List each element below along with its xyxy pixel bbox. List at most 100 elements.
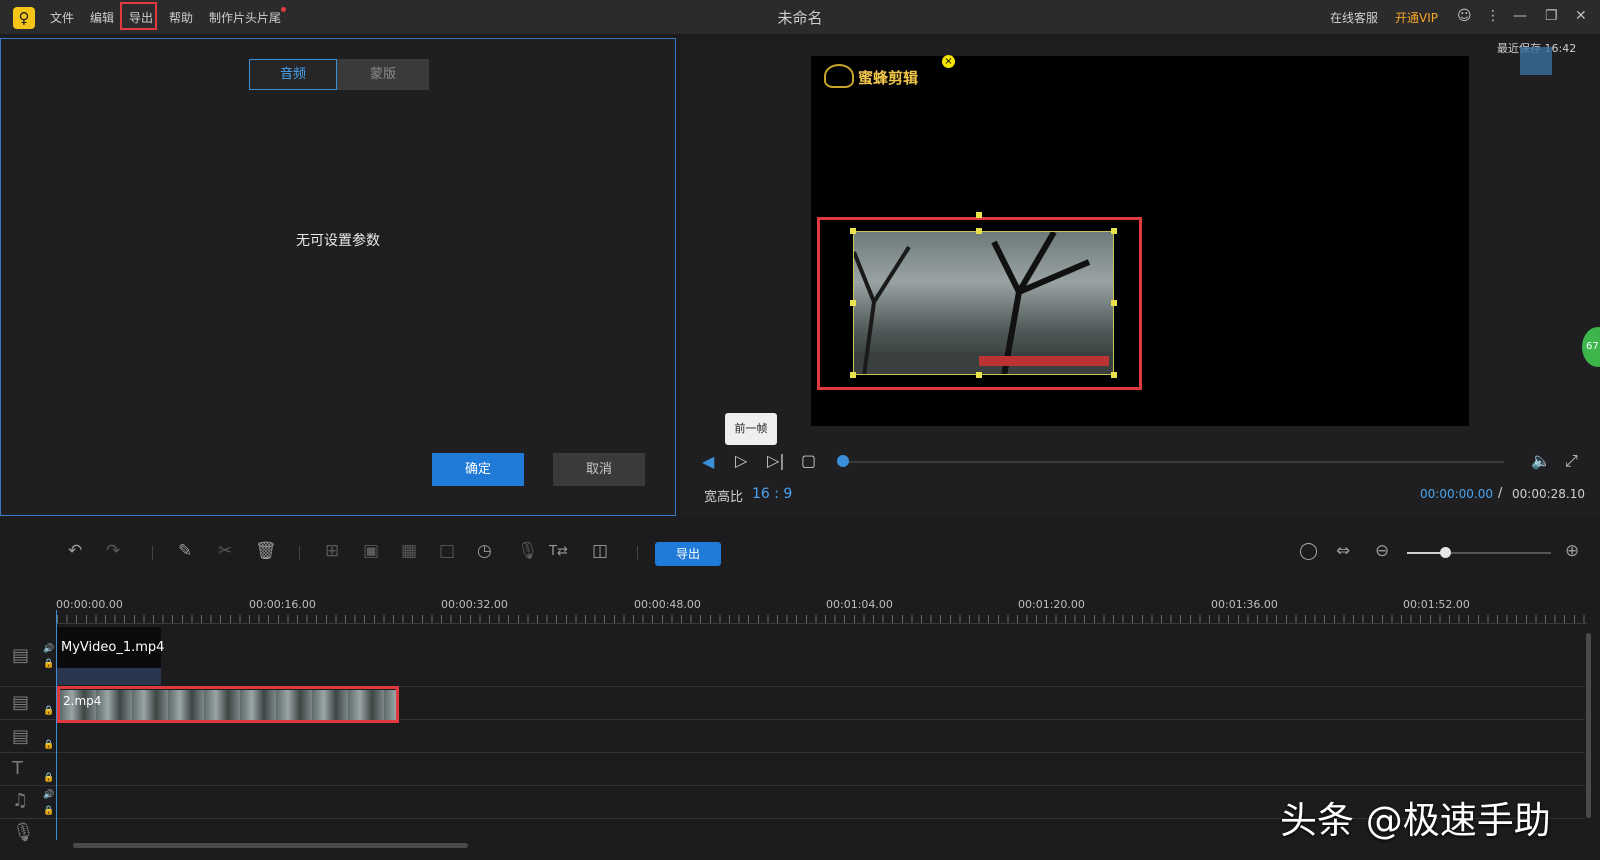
menu-export-highlight (120, 2, 157, 30)
ruler-label: 00:01:04.00 (826, 598, 893, 611)
playback-progress-bar[interactable] (848, 461, 1504, 463)
aspect-ratio-value[interactable]: 16 : 9 (752, 486, 792, 502)
new-badge-dot (281, 7, 286, 12)
fullscreen-icon[interactable]: ⤢ (1565, 451, 1578, 471)
clip-selection-highlight (57, 686, 399, 723)
ruler-baseline (57, 623, 1587, 624)
restore-icon[interactable]: ❐ (1545, 8, 1558, 24)
mute-icon[interactable]: 🔊 (43, 790, 54, 800)
mute-icon[interactable]: 🔊 (43, 644, 54, 654)
video-track-icon: ▤ (12, 726, 30, 747)
horizontal-scrollbar[interactable] (73, 843, 468, 848)
user-icon[interactable]: ☺ (1457, 8, 1472, 24)
export-button[interactable]: 导出 (655, 542, 721, 566)
lock-icon[interactable]: 🔒 (43, 806, 54, 816)
next-frame-icon[interactable]: ▷| (767, 451, 785, 470)
online-service-link[interactable]: 在线客服 (1330, 9, 1378, 26)
tab-audio[interactable]: 音频 (249, 59, 337, 90)
lock-icon[interactable]: 🔒 (43, 706, 54, 716)
tab-mask[interactable]: 蒙版 (337, 59, 429, 90)
cancel-button[interactable]: 取消 (553, 453, 645, 486)
bee-logo-icon (824, 64, 854, 88)
ruler-label: 00:01:36.00 (1211, 598, 1278, 611)
vertical-scrollbar[interactable] (1586, 633, 1591, 818)
resize-handle[interactable] (1111, 228, 1117, 234)
zoom-in-icon[interactable]: ⊕ (1565, 541, 1579, 561)
lock-icon[interactable]: 🔒 (43, 773, 54, 783)
text-track-icon: T (12, 758, 23, 779)
freeze-frame-icon[interactable]: □ (439, 541, 455, 561)
resize-handle[interactable] (850, 300, 856, 306)
minimize-icon[interactable]: — (1513, 8, 1527, 24)
toolbar-divider (299, 546, 300, 560)
app-logo: ♀ (13, 7, 35, 29)
ruler-label: 00:01:20.00 (1018, 598, 1085, 611)
resize-handle[interactable] (1111, 372, 1117, 378)
crop-icon[interactable]: ⊞ (325, 541, 339, 561)
marker-icon[interactable]: ◯ (1299, 541, 1318, 561)
speed-clock-icon[interactable]: ◷ (477, 541, 492, 561)
ruler-label: 00:00:48.00 (634, 598, 701, 611)
vip-link[interactable]: 开通VIP (1395, 9, 1438, 26)
voice-track-icon: 🎙 (12, 822, 35, 843)
lock-icon[interactable]: 🔒 (43, 740, 54, 750)
cut-icon[interactable]: ✂ (218, 541, 232, 561)
toolbar-divider (637, 546, 638, 560)
clip-name: MyVideo_1.mp4 (61, 640, 165, 655)
close-icon[interactable]: ✕ (1575, 8, 1587, 24)
more-menu-icon[interactable]: ⋮ (1486, 8, 1500, 24)
undo-icon[interactable]: ↶ (68, 541, 82, 561)
resize-handle[interactable] (976, 228, 982, 234)
playback-progress-knob[interactable] (837, 455, 849, 467)
ruler-label: 00:00:32.00 (441, 598, 508, 611)
resize-handle[interactable] (1111, 300, 1117, 306)
delete-icon[interactable]: 🗑 (255, 541, 277, 561)
lock-icon[interactable]: 🔒 (43, 659, 54, 669)
stop-icon[interactable]: ▢ (801, 451, 816, 470)
resize-handle[interactable] (850, 372, 856, 378)
ruler-ticks[interactable] (57, 615, 1587, 623)
resize-handle[interactable] (850, 228, 856, 234)
zoom-out-icon[interactable]: ⊖ (1375, 541, 1389, 561)
prev-frame-icon[interactable]: ◀ (702, 452, 714, 471)
zoom-frame-icon[interactable]: ▣ (363, 541, 379, 561)
redo-icon[interactable]: ↷ (106, 541, 120, 561)
zoom-slider-knob[interactable] (1440, 547, 1451, 558)
ruler-label: 00:00:00.00 (56, 598, 123, 611)
menu-file[interactable]: 文件 (50, 9, 74, 26)
remove-watermark-icon[interactable]: × (942, 55, 955, 68)
menu-intro-outro[interactable]: 制作片头片尾 (209, 9, 281, 26)
resize-handle[interactable] (976, 372, 982, 378)
play-icon[interactable]: ▷ (735, 451, 747, 470)
playhead[interactable] (56, 610, 57, 840)
aspect-ratio-label: 宽高比 (704, 490, 744, 505)
edit-pencil-icon[interactable]: ✎ (178, 541, 192, 561)
tooltip: 前一帧 (725, 413, 777, 445)
screen-record-icon[interactable]: ◫ (592, 541, 608, 561)
video-track-icon: ▤ (12, 645, 30, 666)
volume-icon[interactable]: 🔈 (1531, 451, 1551, 470)
time-separator: / (1498, 486, 1503, 501)
text-to-speech-icon[interactable]: T⇄ (549, 544, 568, 559)
total-time: 00:00:28.10 (1512, 487, 1585, 501)
window-title: 未命名 (777, 9, 823, 27)
clip-audio-band (57, 668, 161, 685)
overlay-watermark: 头条 @极速手助 (1280, 799, 1551, 842)
mosaic-icon[interactable]: ▦ (401, 541, 417, 561)
clip-selection-highlight (817, 217, 1142, 390)
confirm-button[interactable]: 确定 (432, 453, 524, 486)
ruler-label: 00:01:52.00 (1403, 598, 1470, 611)
settings-panel (0, 38, 676, 516)
menu-edit[interactable]: 编辑 (90, 9, 114, 26)
current-time: 00:00:00.00 (1420, 487, 1493, 501)
collapse-arrow-icon[interactable] (1520, 47, 1552, 75)
record-mic-icon[interactable]: 🎙 (517, 541, 539, 561)
menu-help[interactable]: 帮助 (169, 9, 193, 26)
fit-timeline-icon[interactable]: ⇔ (1336, 541, 1350, 561)
track-divider (0, 785, 1585, 786)
preview-watermark-text: 蜜蜂剪辑 (858, 69, 919, 87)
video-track-icon: ▤ (12, 692, 30, 713)
ruler-label: 00:00:16.00 (249, 598, 316, 611)
rotate-handle[interactable] (976, 212, 982, 218)
no-params-message: 无可设置参数 (296, 233, 380, 249)
